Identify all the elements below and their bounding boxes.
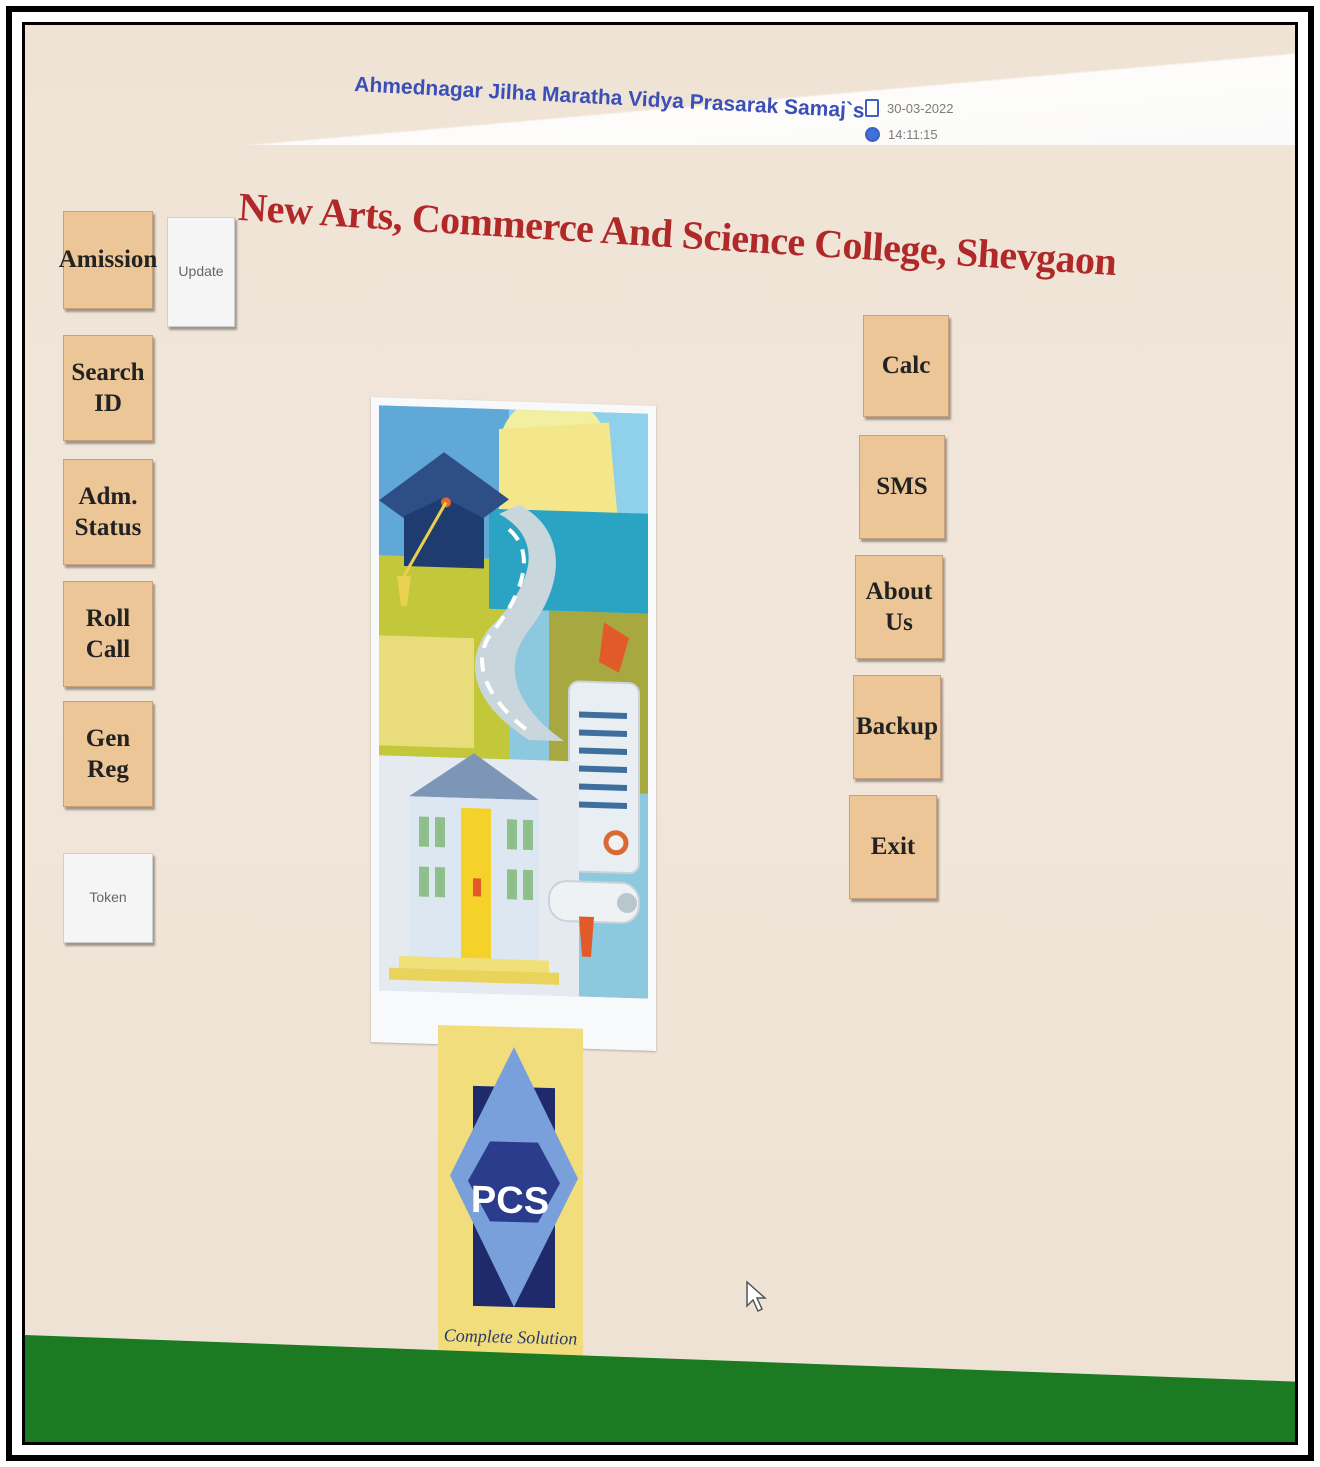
about-us-button[interactable]: About Us [855, 555, 943, 659]
exit-button[interactable]: Exit [849, 795, 937, 899]
pcs-tagline: Complete Solution [443, 1325, 578, 1349]
screen-area: Ahmednagar Jilha Maratha Vidya Prasarak … [22, 22, 1298, 1445]
time-value: 14:11:15 [888, 126, 938, 142]
calc-button[interactable]: Calc [863, 315, 949, 417]
calendar-icon [865, 99, 879, 117]
search-id-button[interactable]: Search ID [63, 335, 153, 441]
roll-call-button[interactable]: Roll Call [63, 581, 153, 687]
time-row: 14:11:15 [865, 121, 954, 147]
sms-button[interactable]: SMS [859, 435, 945, 539]
token-button[interactable]: Token [63, 853, 153, 943]
app-window: Ahmednagar Jilha Maratha Vidya Prasarak … [25, 25, 1295, 1442]
backup-button[interactable]: Backup [853, 675, 941, 779]
pcs-logo: PCS Complete Solution [438, 1025, 583, 1374]
adm-status-button[interactable]: Adm. Status [63, 459, 153, 565]
college-title: New Arts, Commerce And Science College, … [237, 183, 1118, 285]
education-clipart-svg [379, 405, 648, 999]
screenshot-frame: Ahmednagar Jilha Maratha Vidya Prasarak … [6, 6, 1314, 1461]
mouse-pointer-icon [746, 1280, 767, 1313]
pcs-brand-text: PCS [470, 1178, 550, 1223]
admission-button[interactable]: Amission [59, 211, 157, 309]
date-value: 30-03-2022 [887, 100, 954, 116]
window-top-edge [25, 25, 1295, 145]
date-row: 30-03-2022 [865, 95, 954, 121]
gen-reg-button[interactable]: Gen Reg [63, 701, 153, 807]
clock-icon [865, 126, 880, 142]
education-clipart-image [371, 397, 656, 1051]
update-button[interactable]: Update [167, 217, 235, 327]
taskbar-footer [25, 1335, 1295, 1442]
date-time-panel: 30-03-2022 14:11:15 [865, 95, 954, 147]
adm-status-label-line2: Status [74, 514, 142, 541]
adm-status-label-line1: Adm. [78, 482, 138, 510]
